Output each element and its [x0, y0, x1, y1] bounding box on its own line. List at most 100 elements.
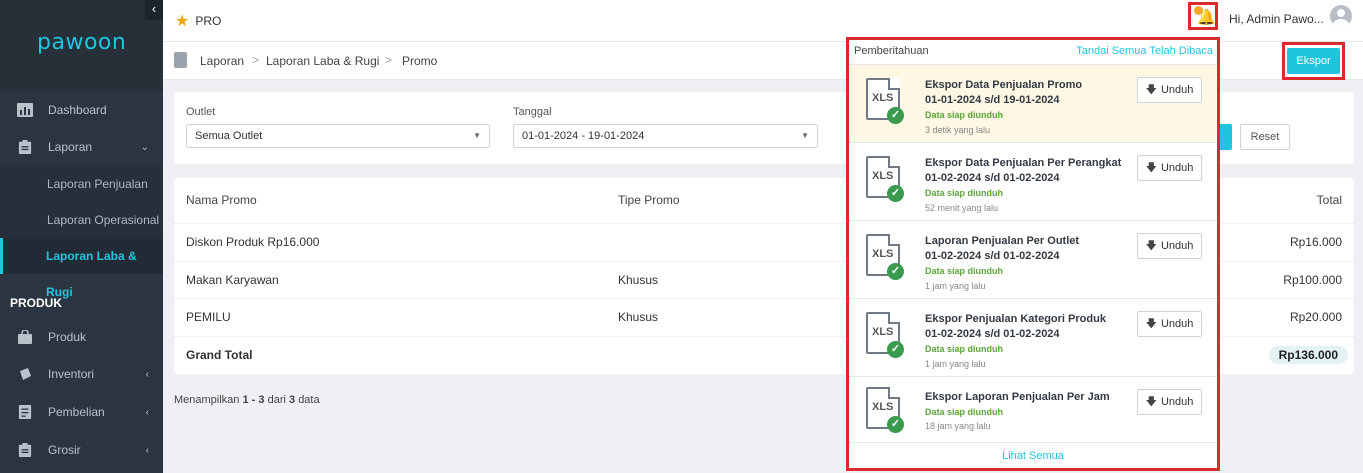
notification-item[interactable]: XLS ✓ Ekspor Penjualan Kategori Produk 01… [849, 298, 1217, 376]
see-all-link[interactable]: Lihat Semua [849, 442, 1217, 468]
sidebar-item-laporan-laba-rugi[interactable]: Laporan Laba & Rugi [0, 238, 163, 299]
column-header-name[interactable]: Nama Promo [186, 193, 257, 207]
sidebar-item-dashboard[interactable]: Dashboard [0, 93, 163, 127]
file-type-label: XLS [872, 92, 894, 104]
breadcrumb-separator: > [252, 53, 260, 67]
column-header-total[interactable]: Total [1317, 193, 1342, 207]
outlet-select-value: Semua Outlet [195, 130, 263, 142]
caret-down-icon: ▼ [801, 131, 809, 140]
date-range-select[interactable]: 01-01-2024 - 19-01-2024 ▼ [513, 124, 818, 148]
notification-item-title: Laporan Penjualan Per Outlet 01-02-2024 … [925, 234, 1125, 264]
notification-item[interactable]: XLS ✓ Laporan Penjualan Per Outlet 01-02-… [849, 220, 1217, 298]
box-icon [20, 368, 31, 380]
date-label: Tanggal [513, 106, 552, 118]
sidebar-item-laporan-penjualan[interactable]: Laporan Penjualan [0, 166, 163, 202]
export-highlight: Ekspor [1282, 42, 1345, 80]
check-icon: ✓ [887, 263, 904, 280]
sidebar-item-laporan-operasional[interactable]: Laporan Operasional [0, 202, 163, 238]
plan-indicator: ★ PRO [175, 11, 221, 31]
download-button[interactable]: 🡇 Unduh [1137, 233, 1202, 259]
file-type-label: XLS [872, 401, 894, 413]
notification-item-status: Data siap diunduh [925, 110, 1004, 120]
plan-label: PRO [195, 14, 222, 28]
notification-item-range: 01-02-2024 s/d 01-02-2024 [925, 250, 1060, 262]
clipboard-icon [174, 52, 187, 68]
sidebar-item-produk[interactable]: Produk [0, 320, 163, 354]
pagination-to: 3 [258, 394, 265, 406]
download-label: Unduh [1160, 84, 1194, 96]
download-icon: 🡇 [1145, 318, 1157, 330]
sidebar-header: pawoon ‹ [0, 0, 163, 92]
notification-header: Pemberitahuan Tandai Semua Telah Dibaca [849, 40, 1217, 64]
download-icon: 🡇 [1145, 162, 1157, 174]
cell-type: Khusus [618, 310, 659, 324]
user-greeting[interactable]: Hi, Admin Pawo... [1229, 12, 1324, 26]
breadcrumb-item-laporan[interactable]: Laporan [200, 54, 244, 68]
cell-total: Rp100.000 [1283, 273, 1342, 287]
caret-down-icon: ▼ [473, 131, 481, 140]
check-icon: ✓ [887, 341, 904, 358]
cell-name: Makan Karyawan [186, 273, 279, 287]
download-button[interactable]: 🡇 Unduh [1137, 155, 1202, 181]
grand-total-label: Grand Total [186, 348, 253, 362]
date-range-value: 01-01-2024 - 19-01-2024 [522, 130, 645, 142]
chevron-down-icon: ⌄ [140, 141, 149, 153]
notification-item-name: Ekspor Penjualan Kategori Produk [925, 313, 1106, 325]
column-header-type[interactable]: Tipe Promo [618, 193, 680, 207]
notification-item-time: 1 jam yang lalu [925, 359, 986, 369]
check-icon: ✓ [887, 416, 904, 433]
chevron-left-icon: ‹ [145, 444, 149, 456]
xls-file-icon: XLS ✓ [866, 78, 904, 124]
download-button[interactable]: 🡇 Unduh [1137, 389, 1202, 415]
chart-icon [17, 103, 33, 117]
pagination-total: 3 [289, 394, 296, 406]
download-label: Unduh [1160, 396, 1194, 408]
download-label: Unduh [1160, 318, 1194, 330]
mark-all-read-link[interactable]: Tandai Semua Telah Dibaca [1076, 45, 1213, 57]
notification-item[interactable]: XLS ✓ Ekspor Data Penjualan Per Perangkat… [849, 142, 1217, 220]
notification-item[interactable]: XLS ✓ Ekspor Laporan Penjualan Per Jam Da… [849, 376, 1217, 442]
cell-name: Diskon Produk Rp16.000 [186, 235, 320, 249]
notification-item-range: 01-02-2024 s/d 01-02-2024 [925, 172, 1060, 184]
breadcrumb-item-promo: Promo [402, 54, 438, 68]
grand-total-value: Rp136.000 [1268, 346, 1348, 364]
pawoon-logo[interactable]: pawoon [37, 30, 126, 55]
sidebar-section-produk: PRODUK [10, 296, 63, 310]
notification-item-time: 18 jam yang lalu [925, 421, 991, 431]
notification-item[interactable]: XLS ✓ Ekspor Data Penjualan Promo 01-01-2… [849, 64, 1217, 142]
cart-icon [18, 405, 32, 419]
apply-button[interactable] [1218, 124, 1232, 150]
sidebar-item-inventori[interactable]: Inventori ‹ [0, 357, 163, 391]
check-icon: ✓ [887, 185, 904, 202]
breadcrumb-item-laba-rugi[interactable]: Laporan Laba & Rugi [266, 54, 379, 68]
sidebar-item-grosir[interactable]: Grosir ‹ [0, 433, 163, 467]
star-icon: ★ [175, 13, 190, 30]
chevron-left-icon: ‹ [145, 406, 149, 418]
download-button[interactable]: 🡇 Unduh [1137, 77, 1202, 103]
notification-item-name: Ekspor Data Penjualan Promo [925, 79, 1083, 91]
sidebar-item-pembelian[interactable]: Pembelian ‹ [0, 395, 163, 429]
cell-type: Khusus [618, 273, 659, 287]
download-button[interactable]: 🡇 Unduh [1137, 311, 1202, 337]
file-type-label: XLS [872, 170, 894, 182]
notification-panel: Pemberitahuan Tandai Semua Telah Dibaca … [846, 37, 1220, 471]
notification-button[interactable]: 🔔 [1188, 2, 1218, 30]
xls-file-icon: XLS ✓ [866, 156, 904, 202]
sidebar-item-laporan[interactable]: Laporan ⌄ [0, 130, 163, 164]
pagination-info: Menampilkan 1 - 3 dari 3 data [174, 394, 320, 406]
file-type-label: XLS [872, 248, 894, 260]
download-icon: 🡇 [1145, 84, 1157, 96]
export-button[interactable]: Ekspor [1287, 48, 1340, 74]
notification-item-status: Data siap diunduh [925, 266, 1004, 276]
sidebar-item-label: Dashboard [48, 103, 107, 117]
notification-item-title: Ekspor Data Penjualan Promo 01-01-2024 s… [925, 78, 1125, 108]
pagination-from: 1 [242, 394, 249, 406]
outlet-select[interactable]: Semua Outlet ▼ [186, 124, 490, 148]
sidebar-collapse-icon[interactable]: ‹ [145, 0, 163, 20]
notification-item-name: Ekspor Data Penjualan Per Perangkat [925, 157, 1122, 169]
xls-file-icon: XLS ✓ [866, 234, 904, 280]
notification-item-status: Data siap diunduh [925, 407, 1004, 417]
sidebar-item-label: Grosir [48, 443, 81, 457]
reset-button[interactable]: Reset [1240, 124, 1290, 150]
avatar[interactable] [1330, 5, 1352, 27]
